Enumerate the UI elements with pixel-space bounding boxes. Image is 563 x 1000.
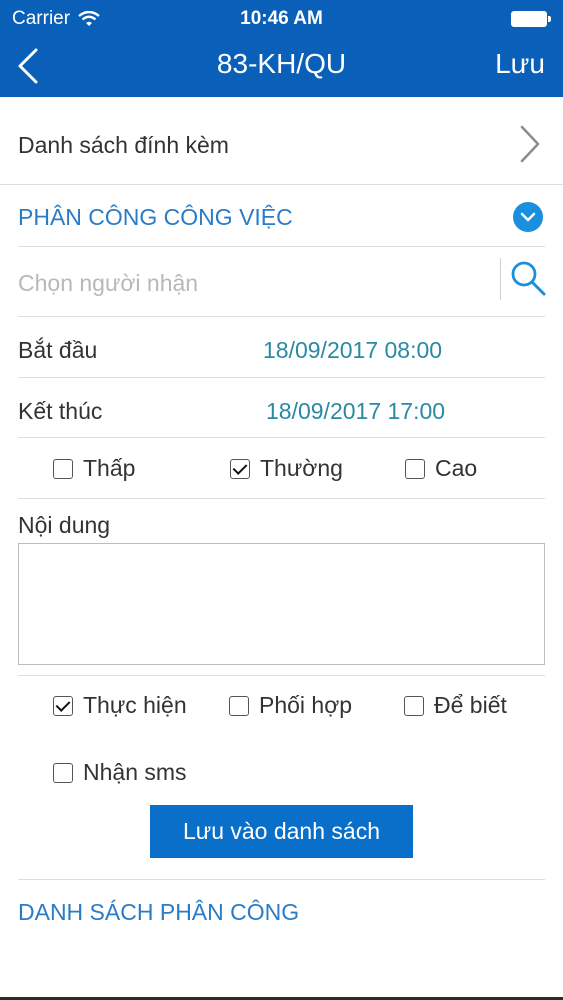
divider [18, 246, 545, 247]
divider [18, 675, 545, 676]
checkbox-icon[interactable] [53, 458, 73, 479]
priority-high-option[interactable]: Cao [405, 455, 477, 482]
content-textarea[interactable] [18, 543, 545, 665]
recipient-field[interactable]: Chọn người nhận [18, 270, 198, 297]
attachments-label: Danh sách đính kèm [18, 132, 229, 158]
status-time: 10:46 AM [240, 8, 323, 29]
nav-bar: 83-KH/QU Lưu [0, 38, 563, 97]
end-label: Kết thúc [18, 398, 103, 424]
divider [0, 184, 563, 185]
checkbox-icon[interactable] [404, 695, 424, 716]
priority-normal-label: Thường [260, 455, 343, 481]
role-inform-label: Để biết [434, 692, 507, 718]
role-execute-option[interactable]: Thực hiện [53, 692, 187, 719]
sms-label: Nhận sms [83, 759, 187, 785]
attachments-row[interactable]: Danh sách đính kèm [0, 104, 563, 184]
checkbox-icon[interactable] [53, 695, 73, 716]
start-label: Bắt đầu [18, 337, 98, 363]
page-title: 83-KH/QU [216, 48, 347, 79]
search-icon[interactable] [508, 258, 548, 298]
app-header: Carrier 10:46 AM 83-KH/QU Lưu [0, 0, 563, 97]
collapse-chevron-icon[interactable] [513, 202, 543, 232]
role-execute-label: Thực hiện [83, 692, 187, 718]
search-separator [500, 258, 501, 300]
role-coordinate-label: Phối hợp [259, 692, 353, 718]
start-datetime[interactable]: 18/09/2017 08:00 [263, 337, 442, 364]
sms-option[interactable]: Nhận sms [53, 759, 187, 786]
content-label: Nội dung [18, 512, 111, 538]
role-coordinate-option[interactable]: Phối hợp [229, 692, 352, 719]
chevron-right-icon [520, 125, 540, 163]
divider [18, 437, 545, 438]
priority-low-label: Thấp [83, 455, 136, 481]
role-inform-option[interactable]: Để biết [404, 692, 507, 719]
checkbox-icon[interactable] [230, 458, 250, 479]
checkbox-icon[interactable] [53, 762, 73, 783]
end-datetime[interactable]: 18/09/2017 17:00 [266, 398, 445, 425]
status-bar: Carrier 10:46 AM [0, 0, 563, 38]
divider [18, 377, 545, 378]
divider [18, 498, 545, 499]
divider [18, 316, 545, 317]
priority-high-label: Cao [435, 455, 478, 481]
add-to-list-button[interactable]: Lưu vào danh sách [150, 805, 413, 858]
priority-normal-option[interactable]: Thường [230, 455, 343, 482]
checkbox-icon[interactable] [229, 695, 249, 716]
checkbox-icon[interactable] [405, 458, 425, 479]
divider [18, 879, 545, 880]
save-button[interactable]: Lưu [495, 48, 545, 80]
priority-low-option[interactable]: Thấp [53, 455, 135, 482]
battery-icon [511, 11, 551, 27]
assign-section-title: PHÂN CÔNG CÔNG VIỆC [18, 204, 293, 230]
assign-list-title: DANH SÁCH PHÂN CÔNG [18, 899, 300, 925]
